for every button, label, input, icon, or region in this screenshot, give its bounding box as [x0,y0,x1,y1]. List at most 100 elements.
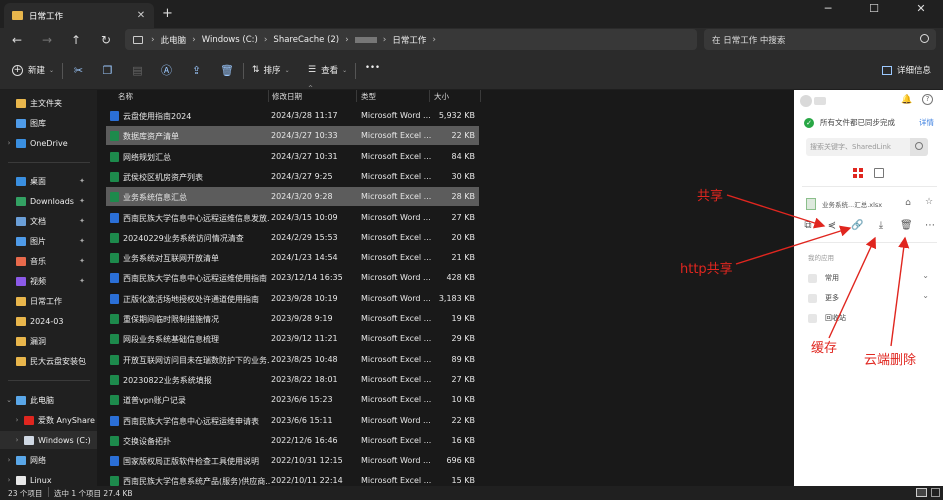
column-header-type[interactable]: 类型 [361,91,376,102]
sidebar-item[interactable]: 图片 ✦ [0,232,97,250]
pin-icon[interactable]: ✦ [79,197,85,205]
file-row[interactable]: 国家版权局正版软件检查工具使用说明 2022/10/31 12:15 Microso… [106,451,479,470]
file-row[interactable]: 西南民族大学信息中心远程运维使用指南 2023/12/14 16:35 Micros… [106,268,479,287]
column-header-size[interactable]: 大小 [434,91,449,102]
view-button[interactable]: ☰ 查看 ⌄ [308,64,347,76]
sidebar-item[interactable]: 视频 ✦ [0,272,97,290]
more-button[interactable]: ••• [365,63,380,73]
new-button[interactable]: + 新建 ⌄ [12,64,54,76]
file-row[interactable]: 20240229业务系统访问情况清查 2024/2/29 15:53 Microso… [106,228,479,247]
file-row[interactable]: 道普vpn账户记录 2023/6/6 15:23 Microsoft Excel .… [106,390,479,409]
file-row[interactable]: 西南民族大学信息中心远程运维信息发放... 2024/3/15 10:09 Micr… [106,208,479,227]
delete-icon[interactable]: 🗑 [220,64,234,77]
file-row[interactable]: 重保期间临时限制措施情况 2023/9/28 9:19 Microsoft Exce… [106,309,479,328]
details-button[interactable]: 详细信息 [882,64,931,76]
column-separator[interactable] [356,90,357,102]
pin-icon[interactable]: ✦ [79,237,85,245]
tiles-view-icon[interactable] [931,488,940,497]
pin-icon[interactable]: ✦ [79,217,85,225]
breadcrumb-windows-c[interactable]: Windows (C:) [202,35,258,45]
delete-icon[interactable]: 🗑 [900,220,913,232]
file-row[interactable]: 正版化激活场地授权处许通道使用指南 2023/9/28 10:19 Microsof… [106,289,479,308]
share-icon[interactable]: ⋞ [826,220,838,232]
pin-icon[interactable]: ✦ [79,257,85,265]
bell-icon[interactable]: 🔔 [901,95,913,105]
grid-view-icon[interactable] [853,168,863,178]
sidebar-item[interactable]: 主文件夹 [0,94,97,112]
chevron-icon[interactable]: › [2,476,16,484]
new-tab-icon[interactable]: + [162,6,173,21]
column-separator[interactable] [429,90,430,102]
sidebar-item[interactable]: 音乐 ✦ [0,252,97,270]
column-separator[interactable] [480,90,481,102]
pin-icon[interactable]: ✦ [79,277,85,285]
sidebar-item[interactable]: › 网络 [0,451,97,469]
favorite-icon[interactable]: ☆ [923,197,935,207]
app-common[interactable]: 常用 [808,273,839,283]
list-view-icon[interactable] [874,168,884,178]
forward-icon[interactable]: → [38,31,56,49]
column-header-name[interactable]: 名称 [118,91,133,102]
chevron-down-icon[interactable]: ⌄ [922,271,929,280]
breadcrumb-daily-work[interactable]: 日常工作 [392,34,426,46]
more-icon[interactable]: ⋯ [924,220,936,232]
maximize-icon[interactable]: ☐ [852,0,896,20]
chevron-icon[interactable]: › [10,436,24,444]
file-row[interactable]: 武侯校区机房资产列表 2024/3/27 9:25 Microsoft Excel … [106,167,479,186]
sidebar-item[interactable]: 日常工作 [0,292,97,310]
share-icon[interactable]: ⇪ [190,64,203,77]
file-row[interactable]: 20230822业务系统填报 2023/8/22 18:01 Microsoft E… [106,370,479,389]
file-row[interactable]: 业务系统对互联网开放清单 2024/1/23 14:54 Microsoft Exc… [106,248,479,267]
close-tab-icon[interactable]: ✕ [134,10,148,21]
detail-link[interactable]: 详情 [919,117,934,128]
up-icon[interactable]: ↑ [67,31,85,49]
sidebar-item[interactable]: ⌄ 此电脑 [0,391,97,409]
file-row[interactable]: 业务系统信息汇总 2024/3/20 9:28 Microsoft Excel ..… [106,187,479,207]
breadcrumb-sharecache[interactable]: ShareCache (2) [273,35,339,45]
sidebar-item[interactable]: 民大云盘安装包 [0,352,97,370]
sidebar-item[interactable]: 文档 ✦ [0,212,97,230]
back-icon[interactable]: ← [8,31,26,49]
file-row[interactable]: 西南民族大学信息中心远程运维申请表 2023/6/6 15:11 Microsoft… [106,411,479,430]
close-window-icon[interactable]: ✕ [899,0,943,20]
chevron-icon[interactable]: › [2,139,16,147]
panel-search-input[interactable]: 搜索关键字、SharedLink [806,138,928,156]
copy-icon[interactable]: ❐ [101,64,114,77]
file-row[interactable]: 开放互联网访问目未在瑞数防护下的业务... 2023/8/25 10:48 Micr… [106,350,479,369]
chevron-icon[interactable]: › [2,456,16,464]
pin-icon[interactable]: ✦ [79,177,85,185]
link-icon[interactable]: 🔗 [851,220,863,232]
chevron-icon[interactable]: › [10,416,24,424]
column-header-date[interactable]: 修改日期 [272,91,302,102]
file-row[interactable]: 数据库资产清单 2024/3/27 10:33 Microsoft Excel ..… [106,126,479,146]
breadcrumb-this-pc[interactable]: 此电脑 [161,34,187,46]
sidebar-item[interactable]: 漏洞 [0,332,97,350]
file-row[interactable]: 交换设备拓扑 2022/12/6 16:46 Microsoft Excel ...… [106,431,479,450]
search-icon[interactable] [910,138,928,156]
refresh-icon[interactable]: ↻ [97,31,115,49]
download-icon[interactable]: ⤓ [875,220,887,232]
search-input[interactable]: 在 日常工作 中搜索 [704,29,936,50]
file-row[interactable]: 网络规划汇总 2024/3/27 10:31 Microsoft Excel ...… [106,147,479,166]
sort-button[interactable]: ⇅ 排序 ⌄ [252,64,290,76]
chevron-down-icon[interactable]: ⌄ [922,291,929,300]
breadcrumb-redacted[interactable] [354,36,377,43]
lock-icon[interactable]: ⌂ [902,198,914,208]
sidebar-item[interactable]: 2024-03 [0,312,97,330]
address-bar[interactable]: › 此电脑 › Windows (C:) › ShareCache (2) › … [125,29,697,50]
avatar[interactable] [800,95,812,107]
minimize-icon[interactable]: ─ [806,0,850,20]
tab-daily-work[interactable]: 日常工作 ✕ [4,3,154,28]
app-recycle-bin[interactable]: 回收站 [808,313,846,323]
cut-icon[interactable]: ✂ [72,64,85,77]
file-row[interactable]: 网段业务系统基础信息梳理 2023/9/12 11:21 Microsoft Exc… [106,329,479,348]
copy-link-icon[interactable]: ⧉ [802,220,814,232]
sidebar-item[interactable]: 桌面 ✦ [0,172,97,190]
sidebar-item[interactable]: › 爱数 AnyShare [0,411,97,429]
vertical-scrollbar[interactable] [783,90,787,486]
sidebar-item[interactable]: Downloads ✦ [0,192,97,210]
sidebar-item[interactable]: › OneDrive [0,134,97,152]
rename-icon[interactable]: Ⓐ [160,64,173,77]
paste-icon[interactable]: ▤ [131,64,144,77]
sidebar-item[interactable]: 图库 [0,114,97,132]
